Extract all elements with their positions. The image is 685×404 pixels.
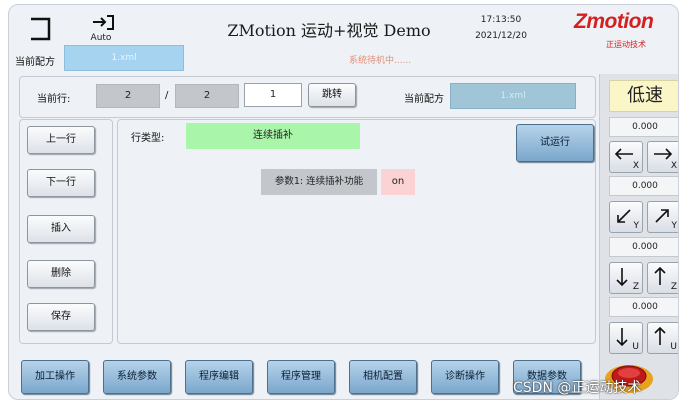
main-window: Auto ZMotion 运动+视觉 Demo 17:13:50 2021/12… <box>8 4 679 400</box>
jog-x-axis-label: X <box>632 161 639 171</box>
tab-camera-config[interactable]: 相机配置 <box>349 360 417 394</box>
jog-x-axis-label: X <box>670 161 677 171</box>
tab-program-edit[interactable]: 程序编辑 <box>185 360 253 394</box>
jog-y-minus-button[interactable]: Y <box>609 201 643 233</box>
save-button[interactable]: 保存 <box>27 303 95 331</box>
brand-subtitle: 正运动技术 <box>606 40 646 49</box>
jog-u-plus-button[interactable]: U <box>647 322 678 354</box>
tab-processing[interactable]: 加工操作 <box>21 360 89 394</box>
current-line-label: 当前行: <box>37 94 71 105</box>
jog-z-axis-label: Z <box>670 282 677 292</box>
axis-y-readout: 0.000 <box>609 176 678 196</box>
clock: 17:13:50 2021/12/20 <box>461 12 541 44</box>
current-line-field: 2 <box>96 84 160 108</box>
system-status: 系统待机中...... <box>349 56 412 66</box>
clock-date: 2021/12/20 <box>475 31 527 41</box>
prev-line-button[interactable]: 上一行 <box>27 126 95 154</box>
row-type-label: 行类型: <box>131 133 165 144</box>
row-type-select[interactable]: 连续插补 <box>186 123 360 149</box>
insert-button[interactable]: 插入 <box>27 215 95 243</box>
tab-diagnostics[interactable]: 诊断操作 <box>431 360 499 394</box>
jog-z-minus-button[interactable]: Z <box>609 262 643 294</box>
exit-icon[interactable] <box>29 17 55 41</box>
axis-x-readout: 0.000 <box>609 117 678 137</box>
jog-z-plus-button[interactable]: Z <box>647 262 678 294</box>
total-lines-field: 2 <box>175 84 239 108</box>
next-line-button[interactable]: 下一行 <box>27 169 95 197</box>
jog-x-minus-button[interactable]: X <box>609 141 643 173</box>
jump-line-input[interactable]: 1 <box>244 83 302 107</box>
test-run-button[interactable]: 试运行 <box>516 124 594 162</box>
jog-y-plus-button[interactable]: Y <box>647 201 678 233</box>
line-recipe-label: 当前配方 <box>404 94 444 105</box>
app-title: ZMotion 运动+视觉 Demo <box>227 21 431 40</box>
jog-y-axis-label: Y <box>633 221 640 231</box>
brand-logo: Zmotion <box>574 10 654 33</box>
jog-z-axis-label: Z <box>632 282 639 292</box>
recipe-label: 当前配方 <box>15 57 55 68</box>
speed-toggle[interactable]: 低速 <box>609 80 678 112</box>
tab-system-params[interactable]: 系统参数 <box>103 360 171 394</box>
login-arrow-icon <box>93 15 114 30</box>
jump-button[interactable]: 跳转 <box>308 83 356 107</box>
param1-label: 参数1: 连续插补功能 <box>261 169 377 195</box>
recipe-field: 1.xml <box>64 45 184 71</box>
axis-z-readout: 0.000 <box>609 237 678 257</box>
axis-u-readout: 0.000 <box>609 297 678 317</box>
jog-x-plus-button[interactable]: X <box>647 141 678 173</box>
auto-mode-button[interactable]: Auto <box>89 13 119 45</box>
jog-u-axis-label: U <box>632 342 639 352</box>
delete-button[interactable]: 删除 <box>27 260 95 288</box>
line-recipe-field: 1.xml <box>450 83 576 109</box>
jog-y-axis-label: Y <box>671 221 678 231</box>
tab-program-manage[interactable]: 程序管理 <box>267 360 335 394</box>
auto-label: Auto <box>90 33 112 43</box>
param1-toggle[interactable]: on <box>381 169 415 195</box>
line-separator: / <box>165 90 169 101</box>
clock-time: 17:13:50 <box>480 15 522 25</box>
jog-u-minus-button[interactable]: U <box>609 322 643 354</box>
jog-u-axis-label: U <box>670 342 677 352</box>
watermark: CSDN @正运动技术 <box>513 380 642 396</box>
